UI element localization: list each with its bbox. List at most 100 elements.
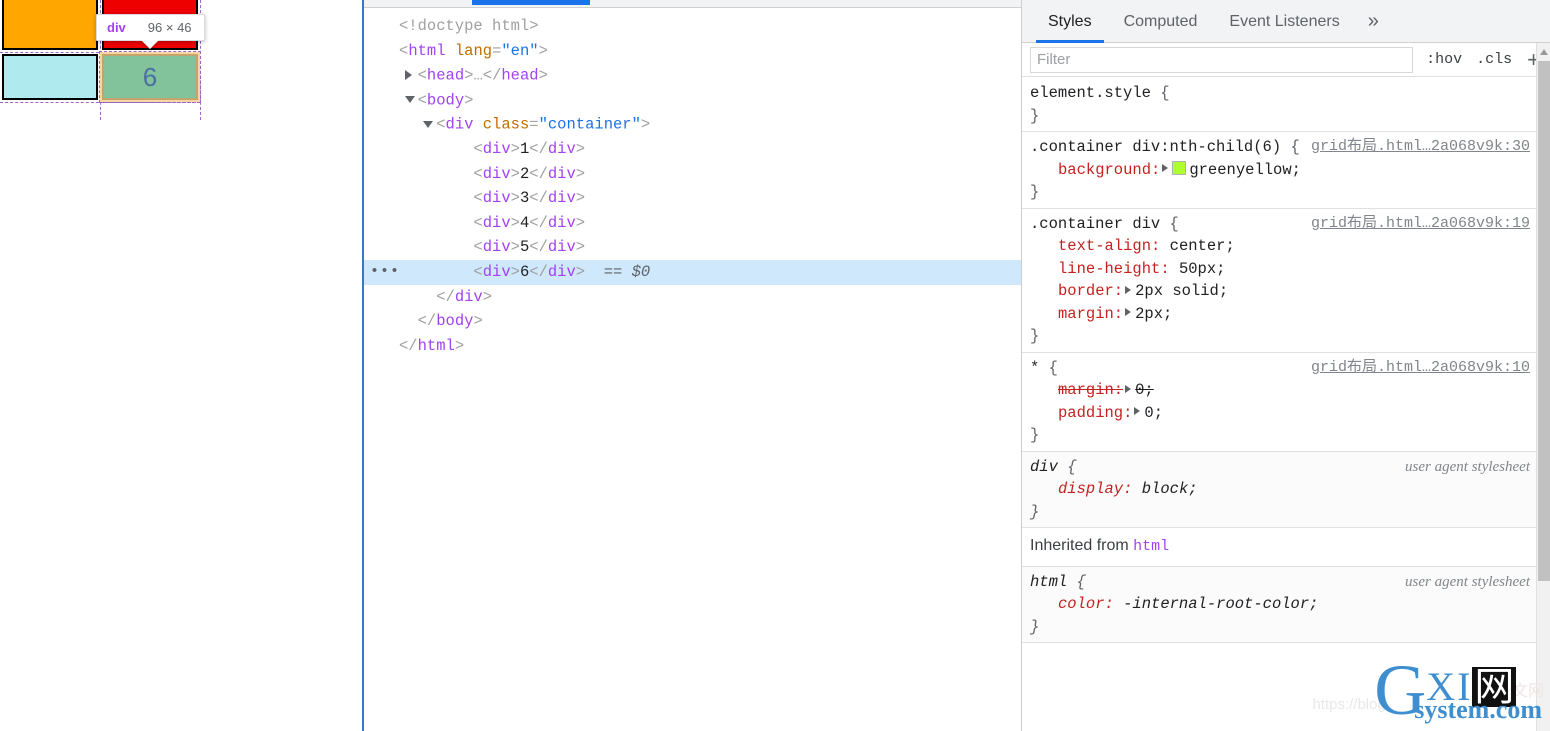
- tab-styles[interactable]: Styles: [1032, 0, 1108, 43]
- css-open-brace: {: [1067, 457, 1077, 476]
- chevron-down-icon[interactable]: [423, 112, 436, 137]
- force-state-hov-button[interactable]: :hov: [1419, 51, 1469, 68]
- css-property-value[interactable]: block;: [1142, 480, 1198, 498]
- css-property-name[interactable]: line-height:: [1030, 258, 1170, 281]
- css-declaration[interactable]: margin: 0;: [1030, 379, 1536, 402]
- box-model-margin-overlay: 6: [99, 51, 201, 103]
- scroll-up-icon[interactable]: [1540, 49, 1548, 55]
- chevron-down-icon[interactable]: [404, 88, 418, 113]
- styles-filter-input[interactable]: [1030, 46, 1414, 73]
- css-rule-source-link[interactable]: grid布局.html…2a068v9k:30: [1311, 136, 1530, 159]
- css-property-name[interactable]: margin:: [1030, 379, 1123, 402]
- css-declaration[interactable]: border: 2px solid;: [1030, 280, 1536, 303]
- css-property-value[interactable]: 0;: [1144, 404, 1163, 422]
- css-property-value[interactable]: -internal-root-color;: [1123, 595, 1318, 613]
- css-declaration[interactable]: line-height: 50px;: [1030, 258, 1536, 281]
- elements-tab-indicator[interactable]: [472, 0, 590, 5]
- dom-node-row[interactable]: <div>1</div>: [364, 137, 1021, 162]
- dom-node-row[interactable]: <!doctype html>: [364, 14, 1021, 39]
- dom-token: div: [547, 262, 576, 281]
- dom-token: head: [501, 66, 539, 85]
- dom-node-row[interactable]: <div>3</div>: [364, 186, 1021, 211]
- grid-cell-selected[interactable]: 6: [104, 56, 196, 98]
- expand-shorthand-icon[interactable]: [1134, 407, 1141, 416]
- css-rule[interactable]: user agent stylesheet div {display: block…: [1022, 451, 1536, 528]
- inherited-from-header: Inherited from html: [1022, 528, 1536, 567]
- css-selector[interactable]: *: [1030, 359, 1049, 377]
- css-property-value[interactable]: 50px;: [1179, 260, 1226, 278]
- css-rule[interactable]: grid布局.html…2a068v9k:30 .container div:nt…: [1022, 132, 1536, 209]
- css-declaration[interactable]: color: -internal-root-color;: [1030, 593, 1536, 616]
- dom-node-row[interactable]: <div>4</div>: [364, 211, 1021, 236]
- dom-node-row[interactable]: <head>…</head>: [364, 63, 1021, 88]
- css-property-value[interactable]: 2px solid;: [1135, 282, 1228, 300]
- dom-tree[interactable]: <!doctype html> <html lang="en"> <head>…<…: [364, 8, 1021, 358]
- dom-token: </: [529, 213, 548, 232]
- css-property-name[interactable]: background:: [1030, 159, 1160, 182]
- css-property-value[interactable]: 2px;: [1135, 305, 1172, 323]
- css-rule-source-link[interactable]: grid布局.html…2a068v9k:10: [1311, 357, 1530, 380]
- css-selector[interactable]: .container div: [1030, 215, 1170, 233]
- css-rule[interactable]: grid布局.html…2a068v9k:10 * {margin: 0; paddi…: [1022, 353, 1536, 452]
- css-selector[interactable]: .container div:nth-child(6): [1030, 138, 1290, 156]
- css-close-brace: }: [1030, 502, 1040, 521]
- css-rule[interactable]: grid布局.html…2a068v9k:19 .container div {t…: [1022, 209, 1536, 353]
- dom-token: >: [482, 287, 493, 306]
- element-classes-cls-button[interactable]: .cls: [1469, 51, 1519, 68]
- css-property-value[interactable]: 0;: [1135, 381, 1154, 399]
- dom-token: <: [436, 115, 446, 134]
- dom-token: >: [640, 115, 651, 134]
- expand-shorthand-icon[interactable]: [1125, 384, 1132, 393]
- dom-token: …: [473, 66, 483, 85]
- css-property-name[interactable]: color:: [1030, 593, 1114, 616]
- css-declaration[interactable]: background: greenyellow;: [1030, 159, 1536, 182]
- color-swatch-icon[interactable]: [1172, 160, 1187, 175]
- dom-node-row[interactable]: </div>: [364, 285, 1021, 310]
- dom-token: 3: [519, 189, 530, 208]
- css-selector[interactable]: html: [1030, 573, 1077, 591]
- css-property-name[interactable]: border:: [1030, 280, 1123, 303]
- css-property-value[interactable]: center;: [1170, 237, 1235, 255]
- css-declaration[interactable]: text-align: center;: [1030, 235, 1536, 258]
- css-selector[interactable]: element.style: [1030, 84, 1160, 102]
- css-declaration[interactable]: padding: 0;: [1030, 402, 1536, 425]
- css-rule-source-link[interactable]: grid布局.html…2a068v9k:19: [1311, 213, 1530, 236]
- css-property-value[interactable]: greenyellow;: [1189, 161, 1301, 179]
- grid-cell-cyan[interactable]: [2, 54, 98, 100]
- dom-node-row[interactable]: </body>: [364, 309, 1021, 334]
- css-property-name[interactable]: padding:: [1030, 402, 1132, 425]
- dom-node-more-icon[interactable]: •••: [370, 264, 400, 279]
- css-rules-list: element.style {} grid布局.html…2a068v9k:30.…: [1022, 78, 1536, 731]
- dom-node-row[interactable]: <div>5</div>: [364, 235, 1021, 260]
- dom-node-row[interactable]: <div>2</div>: [364, 162, 1021, 187]
- dom-node-row[interactable]: <body>: [364, 88, 1021, 113]
- css-rule[interactable]: element.style {}: [1022, 78, 1536, 132]
- dom-token: <: [473, 262, 483, 281]
- expand-shorthand-icon[interactable]: [1125, 285, 1132, 294]
- expand-shorthand-icon[interactable]: [1162, 164, 1169, 173]
- css-declaration[interactable]: display: block;: [1030, 478, 1536, 501]
- dom-node-row-selected[interactable]: ••• <div>6</div> == $0: [364, 259, 1021, 285]
- css-property-name[interactable]: margin:: [1030, 303, 1123, 326]
- dom-token: div: [482, 262, 511, 281]
- css-property-name[interactable]: text-align:: [1030, 235, 1160, 258]
- more-tabs-icon[interactable]: »: [1356, 1, 1391, 41]
- tab-computed[interactable]: Computed: [1108, 0, 1214, 43]
- css-property-name[interactable]: display:: [1030, 478, 1132, 501]
- chevron-right-icon[interactable]: [404, 63, 418, 88]
- dom-token: div: [445, 115, 474, 134]
- css-rule[interactable]: user agent stylesheet html {color: -inter…: [1022, 566, 1536, 643]
- dom-token: >: [510, 164, 520, 183]
- dom-node-row[interactable]: <div class="container">: [364, 112, 1021, 137]
- css-declaration[interactable]: margin: 2px;: [1030, 303, 1536, 326]
- tab-event-listeners[interactable]: Event Listeners: [1213, 0, 1355, 43]
- dom-token: 2: [519, 164, 530, 183]
- rendered-page-area: 6 div 96 × 46: [0, 0, 362, 731]
- dom-node-row[interactable]: </html>: [364, 334, 1021, 359]
- styles-scrollbar[interactable]: [1536, 43, 1550, 731]
- expand-shorthand-icon[interactable]: [1125, 308, 1132, 317]
- css-selector[interactable]: div: [1030, 458, 1067, 476]
- scrollbar-thumb[interactable]: [1538, 61, 1550, 581]
- dom-node-row[interactable]: <html lang="en">: [364, 39, 1021, 64]
- grid-cell-orange[interactable]: [2, 0, 98, 50]
